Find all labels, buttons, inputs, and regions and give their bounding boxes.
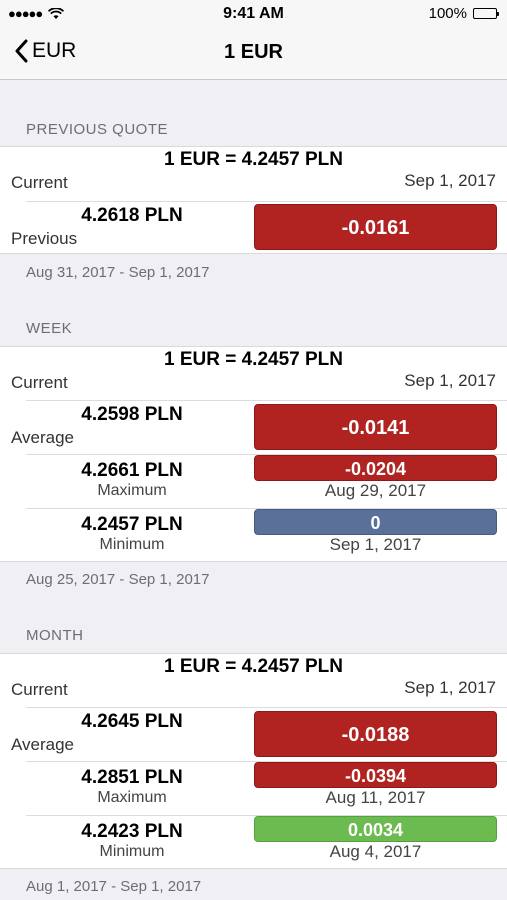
minimum-date: Sep 1, 2017 [329, 535, 422, 554]
maximum-row[interactable]: 4.2661 PLN Maximum -0.0204 Aug 29, 2017 [0, 455, 507, 508]
average-row[interactable]: 4.2645 PLN Average -0.0188 [0, 708, 507, 761]
current-label: Current [11, 680, 68, 699]
current-rate: 1 EUR = 4.2457 PLN [163, 149, 343, 170]
section-footer-month: Aug 1, 2017 - Sep 1, 2017 [26, 878, 202, 895]
current-label: Current [11, 373, 68, 392]
current-rate-row[interactable]: 1 EUR = 4.2457 PLN Current Sep 1, 2017 [0, 654, 507, 708]
section-footer-week: Aug 25, 2017 - Sep 1, 2017 [26, 571, 210, 588]
current-date: Sep 1, 2017 [404, 171, 496, 190]
maximum-value: 4.2661 PLN [81, 460, 183, 481]
minimum-row[interactable]: 4.2423 PLN Minimum 0.0034 Aug 4, 2017 [0, 816, 507, 869]
current-rate: 1 EUR = 4.2457 PLN [163, 656, 343, 677]
maximum-change-badge: -0.0394 [254, 762, 497, 788]
navigation-bar: EUR 1 EUR [0, 28, 507, 80]
month-group: 1 EUR = 4.2457 PLN Current Sep 1, 2017 4… [0, 653, 507, 869]
maximum-value: 4.2851 PLN [81, 767, 183, 788]
minimum-value: 4.2457 PLN [81, 514, 183, 535]
minimum-date: Aug 4, 2017 [329, 842, 422, 861]
average-value: 4.2598 PLN [81, 404, 183, 425]
average-row[interactable]: 4.2598 PLN Average -0.0141 [0, 401, 507, 454]
average-label: Average [11, 428, 75, 447]
previous-row[interactable]: 4.2618 PLN Previous -0.0161 [0, 202, 507, 254]
page-title: 1 EUR [224, 41, 283, 63]
maximum-change-badge: -0.0204 [254, 455, 497, 481]
previous-quote-group: 1 EUR = 4.2457 PLN Current Sep 1, 2017 4… [0, 146, 507, 254]
section-header-previous: PREVIOUS QUOTE [26, 121, 169, 138]
previous-change-badge: -0.0161 [254, 204, 497, 250]
current-rate: 1 EUR = 4.2457 PLN [163, 349, 343, 370]
current-rate-row[interactable]: 1 EUR = 4.2457 PLN Current Sep 1, 2017 [0, 147, 507, 201]
minimum-change-badge: 0 [254, 509, 497, 535]
previous-label: Previous [11, 229, 78, 248]
average-label: Average [11, 735, 75, 754]
week-group: 1 EUR = 4.2457 PLN Current Sep 1, 2017 4… [0, 346, 507, 562]
maximum-label: Maximum [97, 482, 167, 499]
current-date: Sep 1, 2017 [404, 678, 496, 697]
battery-icon [473, 8, 499, 19]
average-change-badge: -0.0141 [254, 404, 497, 450]
maximum-date: Aug 29, 2017 [324, 481, 427, 500]
battery-group: 100% [428, 5, 499, 22]
current-date: Sep 1, 2017 [404, 371, 496, 390]
previous-value: 4.2618 PLN [81, 205, 183, 226]
minimum-row[interactable]: 4.2457 PLN Minimum 0 Sep 1, 2017 [0, 509, 507, 562]
section-header-month: MONTH [26, 627, 84, 644]
battery-percent: 100% [428, 5, 467, 22]
minimum-value: 4.2423 PLN [81, 821, 183, 842]
current-label: Current [11, 173, 68, 192]
maximum-label: Maximum [97, 789, 167, 806]
minimum-label: Minimum [99, 536, 165, 553]
minimum-label: Minimum [99, 843, 165, 860]
section-header-week: WEEK [26, 320, 73, 337]
average-change-badge: -0.0188 [254, 711, 497, 757]
current-rate-row[interactable]: 1 EUR = 4.2457 PLN Current Sep 1, 2017 [0, 347, 507, 401]
maximum-row[interactable]: 4.2851 PLN Maximum -0.0394 Aug 11, 2017 [0, 762, 507, 815]
status-bar: ●●●●● 9:41 AM 100% [0, 0, 507, 28]
maximum-date: Aug 11, 2017 [325, 788, 426, 807]
average-value: 4.2645 PLN [81, 711, 183, 732]
section-footer-previous: Aug 31, 2017 - Sep 1, 2017 [26, 264, 210, 281]
minimum-change-badge: 0.0034 [254, 816, 497, 842]
